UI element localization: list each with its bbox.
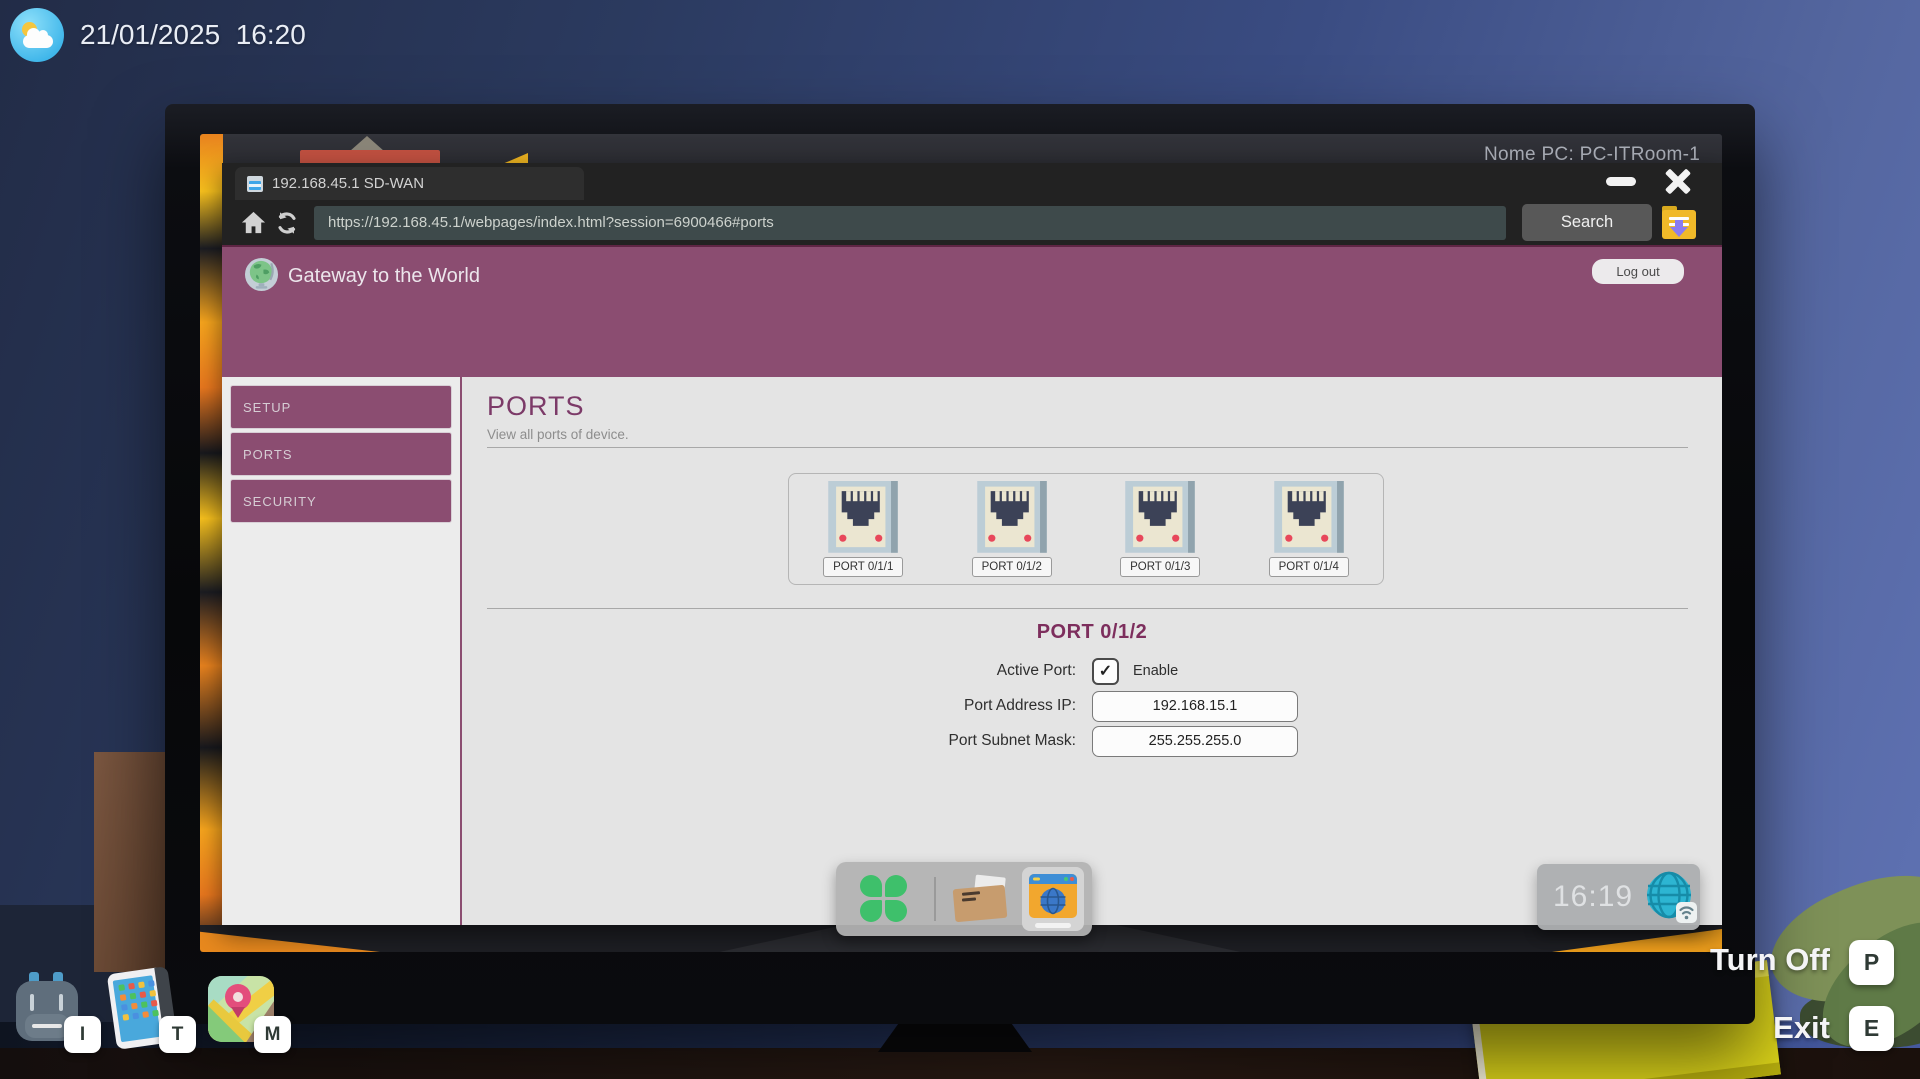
sidebar: SETUP PORTS SECURITY (222, 377, 462, 925)
ip-label: Port Address IP: (762, 697, 1092, 715)
divider (487, 447, 1688, 448)
site-title: Gateway to the World (288, 265, 480, 288)
network-globe-icon (1643, 869, 1699, 925)
port-label: PORT 0/1/3 (1120, 557, 1200, 577)
port-item[interactable]: PORT 0/1/2 (956, 481, 1068, 577)
port-detail-title: PORT 0/1/2 (762, 621, 1422, 644)
site-content: SETUP PORTS SECURITY PORTS View all port… (222, 377, 1722, 925)
port-item[interactable]: PORT 0/1/1 (807, 481, 919, 577)
browser-window: 192.168.45.1 SD-WAN (222, 163, 1722, 925)
sidebar-item-setup[interactable]: SETUP (230, 385, 452, 429)
ports-page: PORTS View all ports of device. (462, 377, 1722, 925)
exit-label[interactable]: Exit (1773, 1010, 1830, 1046)
minimize-icon[interactable] (1606, 177, 1636, 186)
page-title: PORTS (487, 391, 585, 422)
turn-off-keycap[interactable]: P (1849, 940, 1894, 985)
taskbar-clock-widget: 16:19 (1537, 864, 1700, 930)
home-icon[interactable] (236, 206, 270, 240)
globe-icon (244, 257, 279, 297)
ip-input[interactable] (1092, 691, 1298, 722)
wallpaper-stripe (200, 134, 223, 952)
port-label: PORT 0/1/1 (823, 557, 903, 577)
logout-button[interactable]: Log out (1592, 259, 1684, 284)
inventory-keycap[interactable]: I (64, 1016, 101, 1053)
close-icon[interactable] (1662, 165, 1694, 197)
port-label: PORT 0/1/2 (972, 557, 1052, 577)
weather-icon[interactable] (10, 8, 64, 62)
browser-app-active[interactable] (1022, 867, 1084, 931)
browser-tabbar: 192.168.45.1 SD-WAN (222, 163, 1722, 200)
active-indicator (1035, 923, 1071, 928)
ethernet-port-icon (1125, 481, 1195, 555)
port-label: PORT 0/1/4 (1269, 557, 1349, 577)
port-item[interactable]: PORT 0/1/3 (1104, 481, 1216, 577)
port-item[interactable]: PORT 0/1/4 (1253, 481, 1365, 577)
bookmarks-folder-icon[interactable] (1662, 206, 1696, 239)
active-port-label: Active Port: (762, 662, 1092, 680)
ethernet-port-icon (828, 481, 898, 555)
browser-tab[interactable]: 192.168.45.1 SD-WAN (235, 167, 584, 200)
game-scene: Nome PC: PC-ITRoom-1 192.168.45.1 SD-WAN (0, 0, 1920, 1079)
page-subtitle: View all ports of device. (487, 427, 629, 442)
refresh-icon[interactable] (270, 206, 304, 240)
taskbar-dock (836, 862, 1092, 936)
ports-group: PORT 0/1/1 PORT 0/1/2 (788, 473, 1384, 585)
subnet-mask-label: Port Subnet Mask: (762, 732, 1092, 750)
monitor-stand (878, 1022, 1032, 1052)
tab-title: 192.168.45.1 SD-WAN (272, 175, 424, 192)
active-port-checkbox[interactable]: ✓ (1092, 658, 1119, 685)
subnet-mask-input[interactable] (1092, 726, 1298, 757)
dock-separator (934, 877, 936, 921)
enable-label: Enable (1133, 663, 1178, 679)
file-explorer-icon[interactable] (952, 876, 1010, 922)
ethernet-port-icon (977, 481, 1047, 555)
hud-datetime: 21/01/2025 16:20 (10, 8, 306, 62)
site-header: Gateway to the World Log out (222, 245, 1722, 377)
tablet-keycap[interactable]: T (159, 1016, 196, 1053)
exit-keycap[interactable]: E (1849, 1006, 1894, 1051)
divider (487, 608, 1688, 609)
url-input[interactable] (314, 206, 1506, 240)
datetime-label: 21/01/2025 16:20 (80, 19, 306, 51)
browser-toolbar: Search (222, 200, 1722, 245)
port-detail-panel: PORT 0/1/2 Active Port: ✓ Enable Port Ad… (762, 621, 1422, 644)
search-button[interactable]: Search (1522, 204, 1652, 241)
turn-off-label[interactable]: Turn Off (1710, 942, 1830, 978)
browser-app-icon (1029, 874, 1077, 918)
wallpaper-shape (350, 136, 384, 151)
map-keycap[interactable]: M (254, 1016, 291, 1053)
virtual-screen: Nome PC: PC-ITRoom-1 192.168.45.1 SD-WAN (200, 134, 1722, 952)
sidebar-item-security[interactable]: SECURITY (230, 479, 452, 523)
browser-favicon-icon (247, 176, 263, 192)
sidebar-item-ports[interactable]: PORTS (230, 432, 452, 476)
start-menu-icon[interactable] (860, 875, 907, 922)
taskbar-clock: 16:19 (1553, 880, 1633, 914)
check-icon: ✓ (1099, 661, 1112, 681)
ethernet-port-icon (1274, 481, 1344, 555)
